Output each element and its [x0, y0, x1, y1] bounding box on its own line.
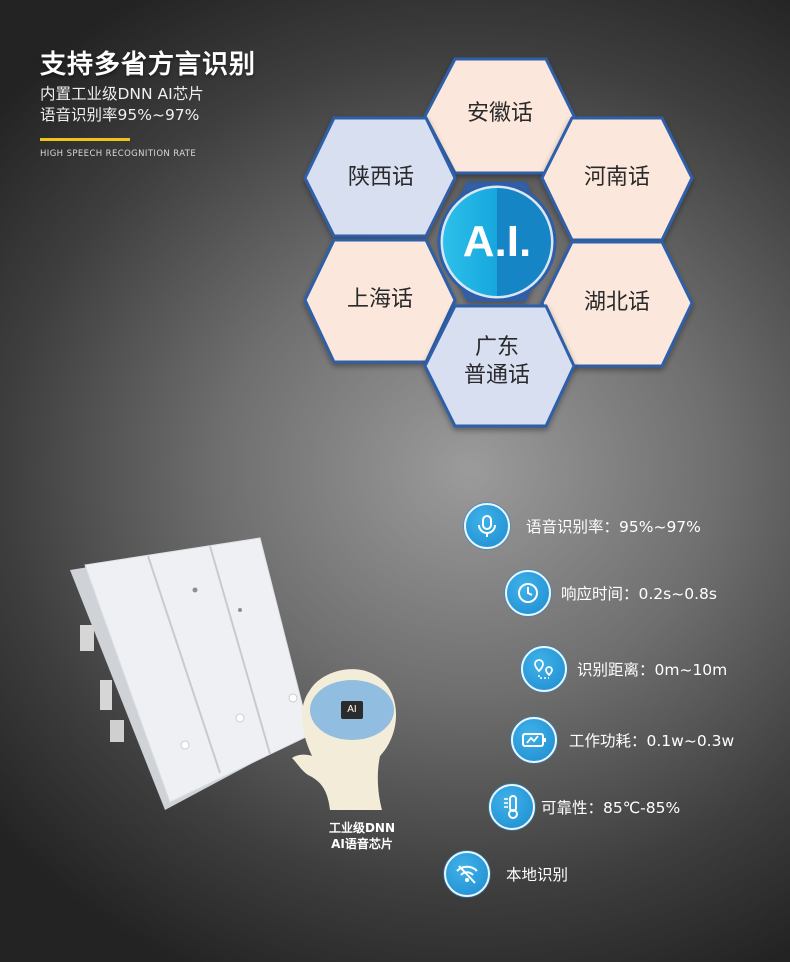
- subtitle-line-1: 内置工业级DNN AI芯片: [40, 85, 204, 103]
- dialect-guangdong: 广东 普通话: [432, 334, 562, 390]
- feature-recognition-rate: 语音识别率：95%~97%: [464, 503, 701, 549]
- chip-caption-line2: AI语音芯片: [331, 837, 393, 851]
- switch-connector: [110, 720, 124, 742]
- ai-text: A.I.: [462, 217, 532, 266]
- microphone-icon: [464, 503, 510, 549]
- feature-label: 本地识别: [506, 866, 569, 884]
- feature-label: 可靠性：85℃-85%: [541, 799, 681, 817]
- subtitle: 内置工业级DNN AI芯片 语音识别率95%~97%: [40, 84, 204, 126]
- feature-label: 响应时间：0.2s~0.8s: [561, 585, 717, 603]
- chip-caption-line1: 工业级DNN: [328, 821, 396, 835]
- chip-badge: AI: [347, 704, 357, 715]
- feature-label: 语音识别率：95%~97%: [526, 518, 701, 536]
- dialect-anhui: 安徽话: [466, 101, 533, 126]
- dialect-guangdong-line1: 广东: [474, 335, 519, 360]
- caption: HIGH SPEECH RECOGNITION RATE: [40, 149, 197, 159]
- thermometer-icon: [489, 784, 535, 830]
- smart-switch-illustration: [70, 537, 397, 810]
- dialect-guangdong-line2: 普通话: [463, 363, 530, 388]
- feature-reliability: 可靠性：85℃-85%: [489, 784, 680, 830]
- dialect-hubei: 湖北话: [583, 290, 650, 315]
- dialect-shanghai: 上海话: [346, 287, 413, 312]
- subtitle-line-2: 语音识别率95%~97%: [40, 106, 200, 124]
- chip-caption: 工业级DNN AI语音芯片: [322, 820, 402, 852]
- clock-icon: [505, 570, 551, 616]
- feature-local-recognition: 本地识别: [444, 851, 568, 897]
- dialect-shaanxi: 陕西话: [347, 165, 414, 190]
- feature-power: 工作功耗：0.1w~0.3w: [511, 717, 734, 763]
- page-title: 支持多省方言识别: [40, 50, 257, 80]
- indicator-dot: [238, 608, 242, 612]
- battery-icon: [511, 717, 557, 763]
- indicator-light: [235, 713, 245, 723]
- indicator-light: [288, 693, 298, 703]
- switch-connector: [100, 680, 112, 710]
- wifi-off-icon: [444, 851, 490, 897]
- location-pins-icon: [521, 646, 567, 692]
- indicator-dot: [192, 587, 198, 593]
- switch-connector: [80, 625, 94, 651]
- accent-bar: [40, 138, 130, 141]
- feature-label: 识别距离：0m~10m: [577, 661, 728, 679]
- feature-label: 工作功耗：0.1w~0.3w: [569, 732, 735, 750]
- dialect-henan: 河南话: [583, 165, 650, 190]
- feature-distance: 识别距离：0m~10m: [521, 646, 727, 692]
- indicator-light: [180, 740, 190, 750]
- feature-response-time: 响应时间：0.2s~0.8s: [505, 570, 717, 616]
